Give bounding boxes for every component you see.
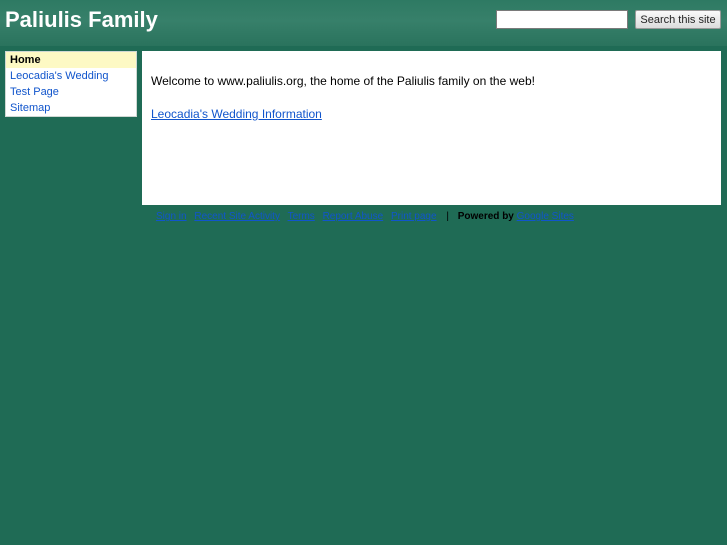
sign-in-link[interactable]: Sign in <box>156 211 187 222</box>
site-header: Paliulis Family Search this site <box>0 0 727 46</box>
sidebar-item-sitemap[interactable]: Sitemap <box>6 100 136 116</box>
recent-activity-link[interactable]: Recent Site Activity <box>194 211 280 222</box>
welcome-text: Welcome to www.paliulis.org, the home of… <box>151 74 535 88</box>
main-content: Welcome to www.paliulis.org, the home of… <box>142 51 721 205</box>
sidebar-nav: Home Leocadia's Wedding Test Page Sitema… <box>5 51 137 117</box>
google-sites-link[interactable]: Google Sites <box>517 211 574 222</box>
terms-link[interactable]: Terms <box>288 211 315 222</box>
powered-by-label: Powered by <box>457 211 514 222</box>
footer: Sign in Recent Site Activity Terms Repor… <box>156 211 579 222</box>
sidebar-item-home[interactable]: Home <box>6 52 136 68</box>
print-page-link[interactable]: Print page <box>391 211 437 222</box>
search-input[interactable] <box>496 10 628 29</box>
wedding-info-link[interactable]: Leocadia's Wedding Information <box>151 107 322 121</box>
footer-separator: | <box>446 211 449 222</box>
search-button[interactable]: Search this site <box>635 10 721 29</box>
report-abuse-link[interactable]: Report Abuse <box>323 211 384 222</box>
sidebar-item-test-page[interactable]: Test Page <box>6 84 136 100</box>
sidebar-item-leocadias-wedding[interactable]: Leocadia's Wedding <box>6 68 136 84</box>
site-title[interactable]: Paliulis Family <box>5 7 158 33</box>
